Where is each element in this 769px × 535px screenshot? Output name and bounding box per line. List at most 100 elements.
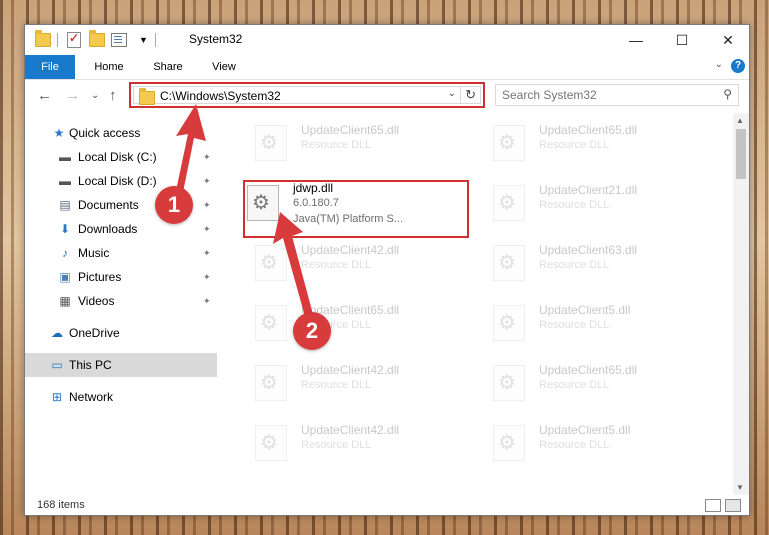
pin-icon[interactable]: ✦ (203, 272, 211, 283)
tab-file[interactable]: File (25, 55, 75, 79)
sidebar-item-label: Videos (78, 294, 115, 308)
file-name: UpdateClient5.dll (539, 423, 631, 437)
properties-check-icon[interactable] (67, 31, 81, 49)
tab-home[interactable]: Home (83, 55, 135, 79)
file-item[interactable]: UpdateClient65.dll Resource DLL (251, 117, 481, 169)
search-box[interactable]: ⚲ (495, 84, 739, 106)
videos-icon: ▦ (59, 294, 71, 308)
up-button[interactable]: ↑ (109, 87, 117, 104)
sidebar-item-label: Downloads (78, 222, 138, 236)
folder-icon (139, 88, 155, 105)
address-path[interactable]: C:\Windows\System32 (160, 89, 281, 103)
file-name: UpdateClient65.dll (539, 123, 638, 137)
sidebar-item-label: Local Disk (D:) (78, 174, 157, 188)
file-type: Resource DLL (301, 379, 372, 391)
details-view-icon[interactable] (705, 499, 721, 512)
file-item[interactable]: UpdateClient42.dll Resource DLL (251, 237, 481, 289)
pin-icon[interactable]: ✦ (203, 152, 211, 163)
file-item[interactable]: UpdateClient5.dll Resource DLL (489, 297, 719, 349)
scrollbar-thumb[interactable] (736, 129, 746, 179)
folder-icon (35, 30, 51, 49)
file-type: Resource DLL (539, 439, 610, 451)
sidebar-item-label: Pictures (78, 270, 122, 284)
file-explorer-window: ▼ System32 — ☐ ✕ File Home Share View ⌄ … (24, 24, 750, 516)
file-item[interactable]: UpdateClient65.dll Resource DLL (489, 357, 719, 409)
minimize-button[interactable]: — (613, 25, 659, 55)
sidebar-item-local-disk-d[interactable]: ▬ Local Disk (D:) ✦ (25, 169, 217, 193)
large-icons-view-icon[interactable] (725, 499, 741, 512)
computer-icon: ▭ (51, 358, 63, 372)
sidebar-item-label: Network (69, 390, 114, 404)
dll-file-icon (255, 125, 287, 161)
sidebar-item-downloads[interactable]: ⬇ Downloads ✦ (25, 217, 217, 241)
refresh-icon[interactable]: ↻ (460, 87, 476, 103)
maximize-button[interactable]: ☐ (659, 25, 705, 55)
file-item[interactable]: UpdateClient65.dll Resource DLL (251, 297, 481, 349)
star-icon: ★ (53, 126, 65, 140)
recent-locations-button[interactable]: ⌄ (91, 90, 99, 101)
sidebar-item-label: OneDrive (69, 326, 120, 340)
sidebar-item-videos[interactable]: ▦ Videos ✦ (25, 289, 217, 313)
download-icon: ⬇ (59, 222, 71, 236)
dll-file-icon (255, 245, 287, 281)
cloud-icon: ☁ (51, 326, 63, 340)
pin-icon[interactable]: ✦ (203, 296, 211, 307)
item-count: 168 items (37, 499, 85, 511)
file-name: UpdateClient42.dll (301, 363, 400, 377)
address-bar[interactable]: C:\Windows\System32 ⌄ ↻ (133, 86, 481, 105)
dll-file-icon (493, 305, 525, 341)
file-name: UpdateClient65.dll (539, 363, 638, 377)
vertical-scrollbar[interactable]: ▲ ▼ (733, 113, 749, 495)
sidebar-item-onedrive[interactable]: ☁ OneDrive (25, 321, 217, 345)
pictures-icon: ▣ (59, 270, 71, 284)
file-item[interactable]: UpdateClient42.dll Resource DLL (251, 417, 481, 469)
address-dropdown-icon[interactable]: ⌄ (448, 88, 456, 99)
documents-icon: ▤ (59, 198, 71, 212)
new-folder-icon[interactable] (89, 30, 105, 49)
pin-icon[interactable]: ✦ (203, 176, 211, 187)
tab-share[interactable]: Share (143, 55, 193, 79)
sidebar-item-pictures[interactable]: ▣ Pictures ✦ (25, 265, 217, 289)
pin-icon[interactable]: ✦ (203, 200, 211, 211)
drive-icon: ▬ (59, 174, 71, 188)
file-name: UpdateClient63.dll (539, 243, 638, 257)
search-icon[interactable]: ⚲ (723, 87, 732, 101)
sidebar-item-music[interactable]: ♪ Music ✦ (25, 241, 217, 265)
file-type: Resource DLL (301, 439, 372, 451)
sidebar-item-local-disk-c[interactable]: ▬ Local Disk (C:) ✦ (25, 145, 217, 169)
dll-file-icon (493, 185, 525, 221)
scroll-up-icon[interactable]: ▲ (736, 116, 744, 125)
dll-file-icon (493, 125, 525, 161)
back-button[interactable]: ← (37, 87, 52, 104)
sidebar-item-this-pc[interactable]: ▭ This PC (25, 353, 217, 377)
customize-toolbar-dropdown-icon[interactable]: ▼ (139, 31, 148, 49)
sidebar-item-label: Documents (78, 198, 139, 212)
dll-file-icon (255, 305, 287, 341)
pin-icon[interactable]: ✦ (203, 224, 211, 235)
scroll-down-icon[interactable]: ▼ (736, 483, 744, 492)
close-button[interactable]: ✕ (705, 25, 751, 55)
jdwp-highlight-box (243, 180, 469, 238)
file-item[interactable]: UpdateClient5.dll Resource DLL (489, 417, 719, 469)
network-icon: ⊞ (51, 390, 63, 404)
ribbon-expand-icon[interactable]: ⌄ (715, 59, 723, 70)
file-name: UpdateClient21.dll (539, 183, 638, 197)
forward-button[interactable]: → (65, 87, 80, 104)
view-properties-icon[interactable] (111, 31, 127, 49)
search-input[interactable] (502, 87, 702, 103)
file-type: Resource DLL (539, 319, 610, 331)
tab-view[interactable]: View (201, 55, 247, 79)
file-item[interactable]: UpdateClient65.dll Resource DLL (489, 117, 719, 169)
navigation-pane: ★ Quick access ▬ Local Disk (C:) ✦ ▬ Loc… (25, 113, 217, 495)
dll-file-icon (255, 425, 287, 461)
file-item[interactable]: UpdateClient63.dll Resource DLL (489, 237, 719, 289)
sidebar-item-network[interactable]: ⊞ Network (25, 385, 217, 409)
file-name: UpdateClient42.dll (301, 423, 400, 437)
file-type: Resource DLL (301, 139, 372, 151)
file-item[interactable]: UpdateClient21.dll Resource DLL (489, 177, 719, 229)
sidebar-item-quick-access[interactable]: ★ Quick access (25, 121, 217, 145)
help-icon[interactable]: ? (731, 59, 745, 73)
pin-icon[interactable]: ✦ (203, 248, 211, 259)
sidebar-item-label: Music (78, 246, 110, 260)
file-item[interactable]: UpdateClient42.dll Resource DLL (251, 357, 481, 409)
